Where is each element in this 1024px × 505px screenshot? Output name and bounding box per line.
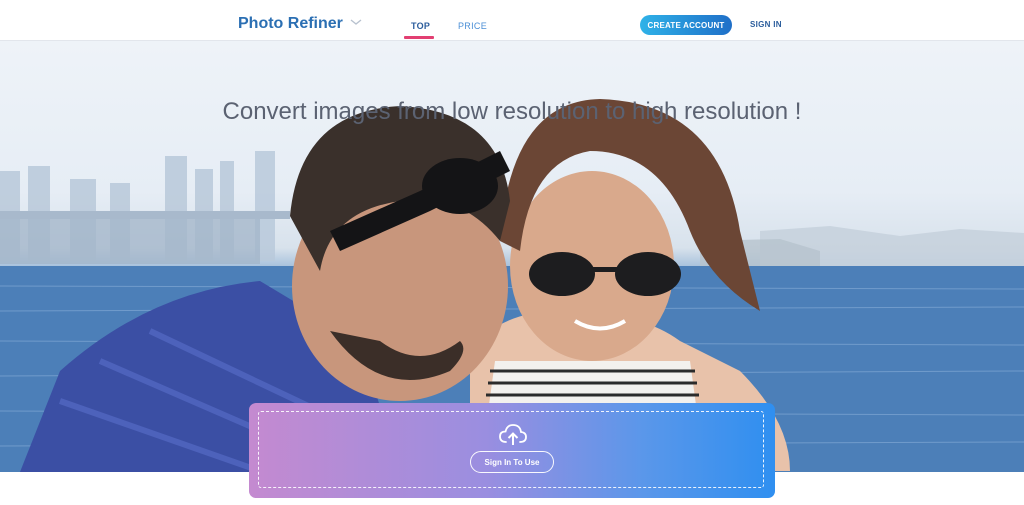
upload-panel[interactable]: Sign In To Use <box>249 403 775 498</box>
top-navbar: Photo Refiner TOP PRICE CREATE ACCOUNT S… <box>0 0 1024 41</box>
create-account-button[interactable]: CREATE ACCOUNT <box>640 15 732 35</box>
brand-logo-text[interactable]: Photo Refiner <box>238 15 343 33</box>
active-tab-indicator <box>404 36 434 39</box>
sign-in-to-use-button[interactable]: Sign In To Use <box>470 451 554 473</box>
nav-tab-top[interactable]: TOP <box>411 21 430 31</box>
sign-in-link[interactable]: SIGN IN <box>750 20 782 29</box>
chevron-down-icon[interactable] <box>349 17 363 27</box>
nav-tab-price[interactable]: PRICE <box>458 21 487 31</box>
cloud-upload-icon <box>499 424 527 445</box>
hero-title: Convert images from low resolution to hi… <box>222 98 802 125</box>
